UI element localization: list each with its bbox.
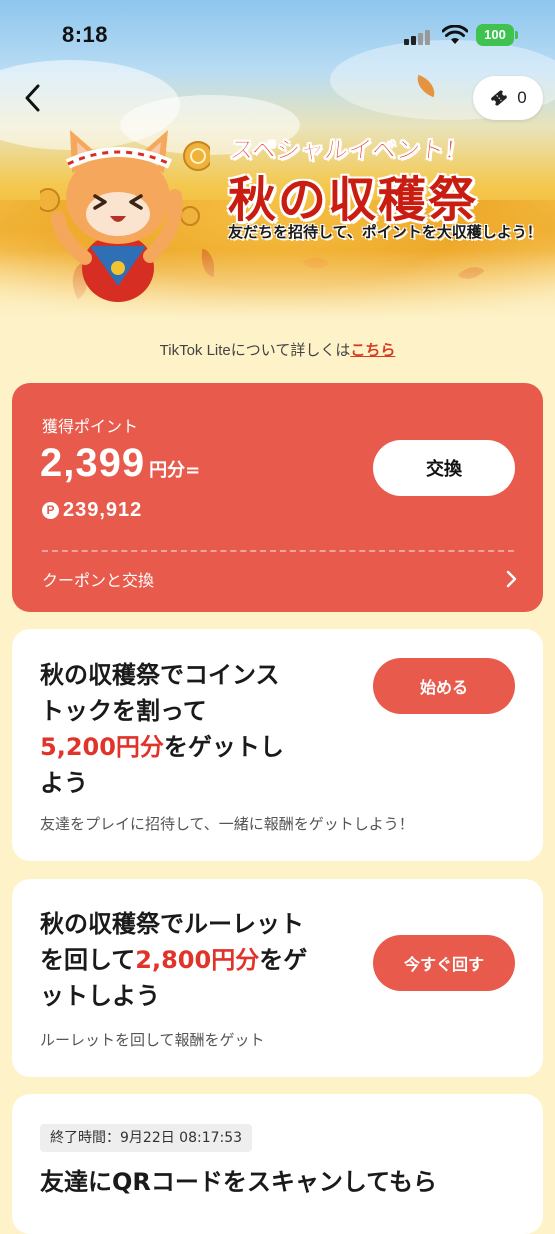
coupon-exchange-row[interactable]: クーポンと交換 <box>42 564 518 594</box>
points-card: 獲得ポイント 2,399 円分= P 239,912 交換 クーポンと交換 <box>12 383 543 612</box>
task-title: 友達にQRコードをスキャンしてもら <box>40 1164 437 1200</box>
task-reward-highlight: 2,800円分 <box>135 946 260 974</box>
status-time: 8:18 <box>62 22 109 47</box>
ticket-counter-button[interactable]: 0 <box>473 76 543 120</box>
task-title-text: をゲ <box>259 946 308 974</box>
info-text: TikTok Liteについて詳しくは <box>159 342 351 359</box>
task-card-qr-code: 終了時間：9月22日 08:17:53 友達にQRコードをスキャンしてもら <box>12 1094 543 1234</box>
info-line: TikTok Liteについて詳しくはこちら <box>0 339 555 360</box>
points-label: 獲得ポイント <box>42 417 139 436</box>
spin-now-button[interactable]: 今すぐ回す <box>373 935 515 991</box>
start-button[interactable]: 始める <box>373 658 515 714</box>
coin-balance: P 239,912 <box>42 499 142 522</box>
task-title-text: をゲットし <box>163 733 284 761</box>
coin-balance-value: 239,912 <box>63 499 143 521</box>
battery-indicator: 100 <box>476 24 514 46</box>
task-card-roulette: 秋の収穫祭でルーレット を回して2,800円分をゲ ットしよう 今すぐ回す ルー… <box>12 879 543 1077</box>
back-chevron-icon[interactable] <box>16 80 52 116</box>
wifi-icon <box>442 25 468 44</box>
ticket-icon <box>491 90 508 106</box>
points-yen-value: 2,399 <box>40 441 146 485</box>
coin-icon: P <box>42 502 59 519</box>
task-title: 秋の収穫祭でルーレット を回して2,800円分をゲ ットしよう <box>40 906 307 1014</box>
cat-mascot-illustration <box>40 130 210 302</box>
task-title-line: よう <box>40 769 88 797</box>
coupon-exchange-label: クーポンと交換 <box>42 571 155 590</box>
task-reward-highlight: 5,200円分 <box>40 733 164 761</box>
chevron-right-icon <box>506 570 517 588</box>
deadline-badge: 終了時間：9月22日 08:17:53 <box>40 1124 253 1152</box>
cellular-signal-icon <box>404 29 434 45</box>
exchange-button[interactable]: 交換 <box>373 440 515 496</box>
task-title-line: 秋の収穫祭でルーレット <box>40 910 304 938</box>
task-description: 友達をプレイに招待して、一緒に報酬をゲットしよう！ <box>40 815 414 833</box>
battery-tip <box>515 31 518 39</box>
task-title-line: ットしよう <box>40 982 160 1010</box>
event-title: 秋の収穫祭 <box>228 172 479 228</box>
points-amount: 2,399 円分= <box>40 441 200 486</box>
task-title-line: を回して2,800円分をゲ <box>40 942 307 978</box>
task-title-line: 5,200円分をゲットし <box>40 729 284 765</box>
task-title: 秋の収穫祭でコインス トックを割って 5,200円分をゲットし よう <box>40 657 284 801</box>
divider <box>42 550 514 552</box>
task-title-line: トックを割って <box>40 697 207 725</box>
ticket-count: 0 <box>517 88 527 107</box>
info-link[interactable]: こちら <box>350 342 395 359</box>
task-title-line: 秋の収穫祭でコインス <box>40 661 280 689</box>
task-description: ルーレットを回して報酬をゲット <box>40 1031 265 1049</box>
task-title-text: を回して <box>40 946 136 974</box>
task-title-line: 友達にQRコードをスキャンしてもら <box>40 1168 437 1196</box>
points-yen-unit: 円分= <box>149 460 201 481</box>
task-card-coin-stock: 秋の収穫祭でコインス トックを割って 5,200円分をゲットし よう 始める 友… <box>12 629 543 861</box>
event-tagline: 友だちを招待して、ポイントを大収穫しよう！ <box>228 223 542 241</box>
